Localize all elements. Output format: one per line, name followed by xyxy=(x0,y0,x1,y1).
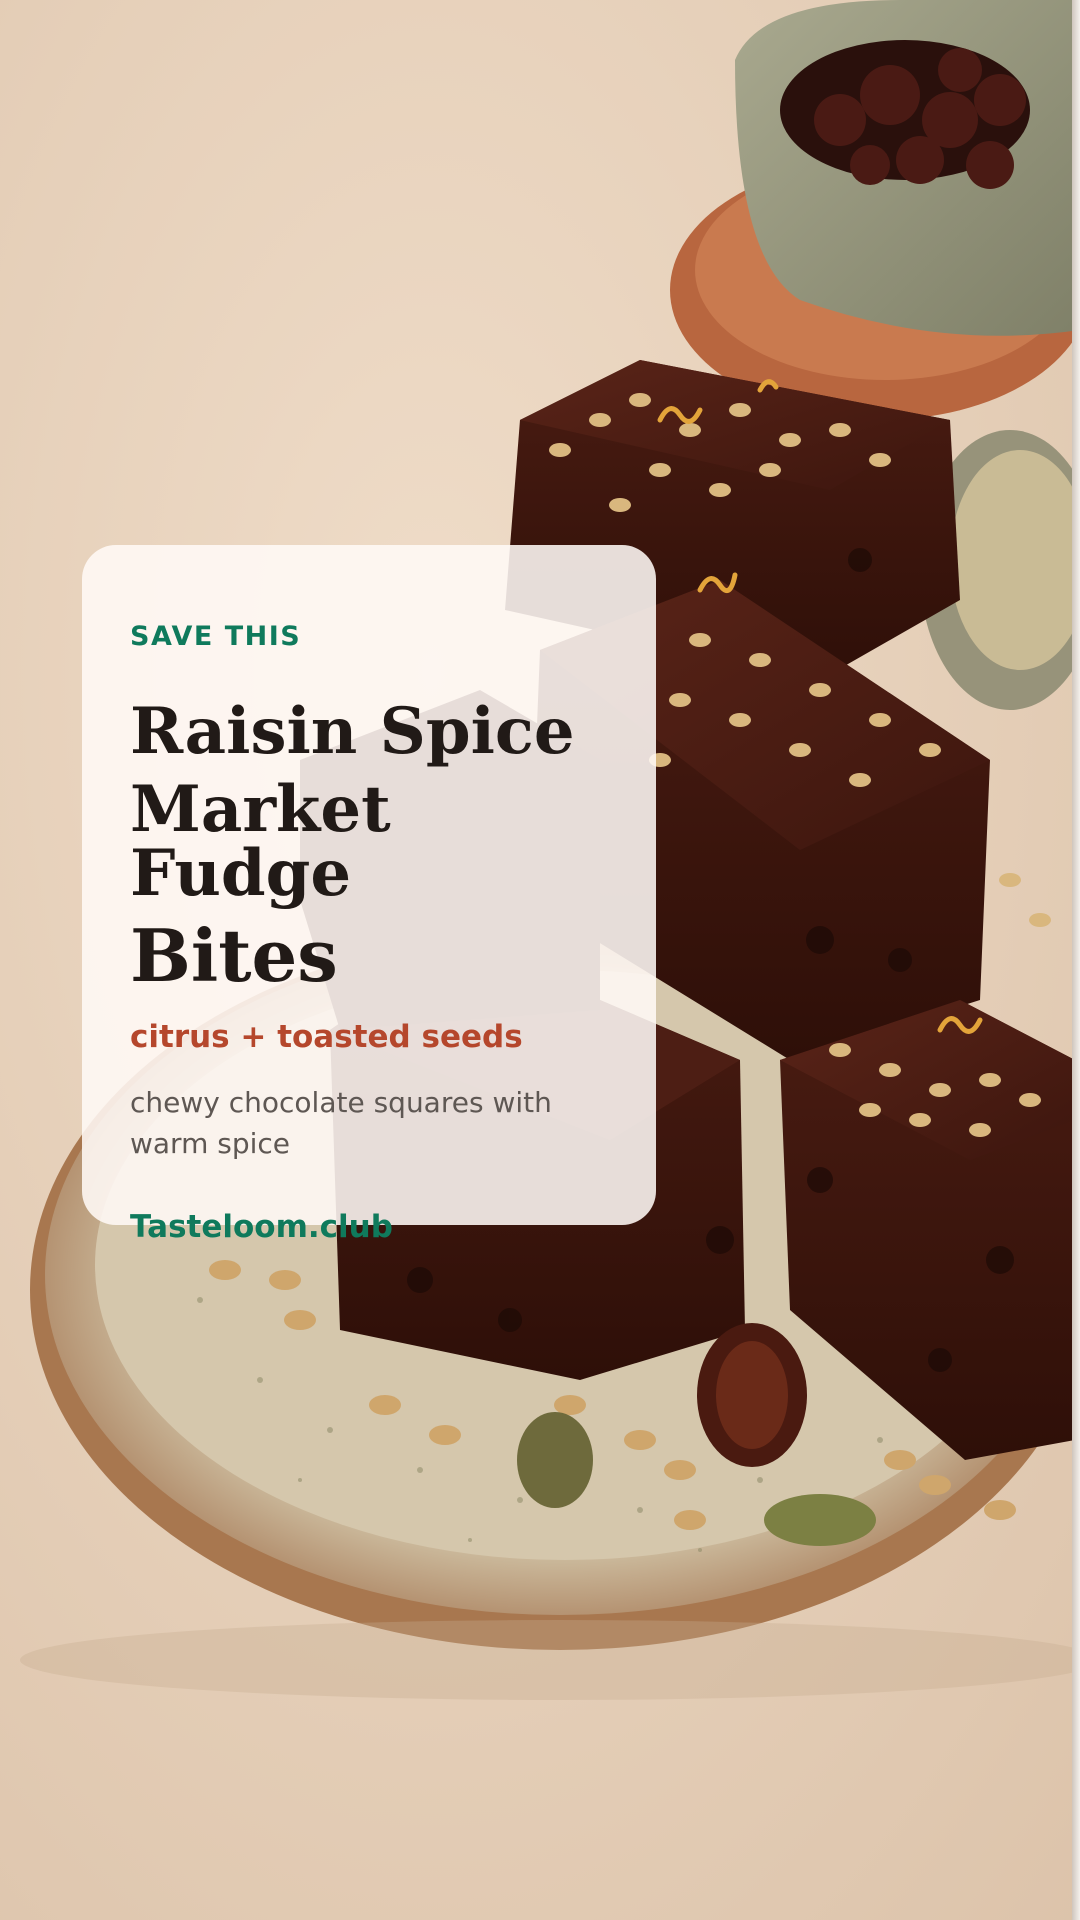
title-line-2: Market Fudge xyxy=(130,772,391,911)
recipe-description: chewy chocolate squares with warm spice xyxy=(130,1086,552,1160)
save-this-label[interactable]: SAVE THIS xyxy=(130,623,608,650)
recipe-tagline: citrus + toasted seeds xyxy=(130,1019,523,1055)
page-edge-divider xyxy=(1072,0,1080,1920)
title-line-1: Raisin Spice xyxy=(130,694,575,769)
recipe-card: SAVE THIS Raisin Spice Market Fudge Bite… xyxy=(82,545,656,1243)
recipe-title: Raisin Spice Market Fudge Bites xyxy=(130,700,608,992)
recipe-pin: SAVE THIS Raisin Spice Market Fudge Bite… xyxy=(0,0,1080,1920)
title-line-3: Bites xyxy=(130,913,338,998)
site-link[interactable]: Tasteloom.club xyxy=(130,1212,608,1243)
